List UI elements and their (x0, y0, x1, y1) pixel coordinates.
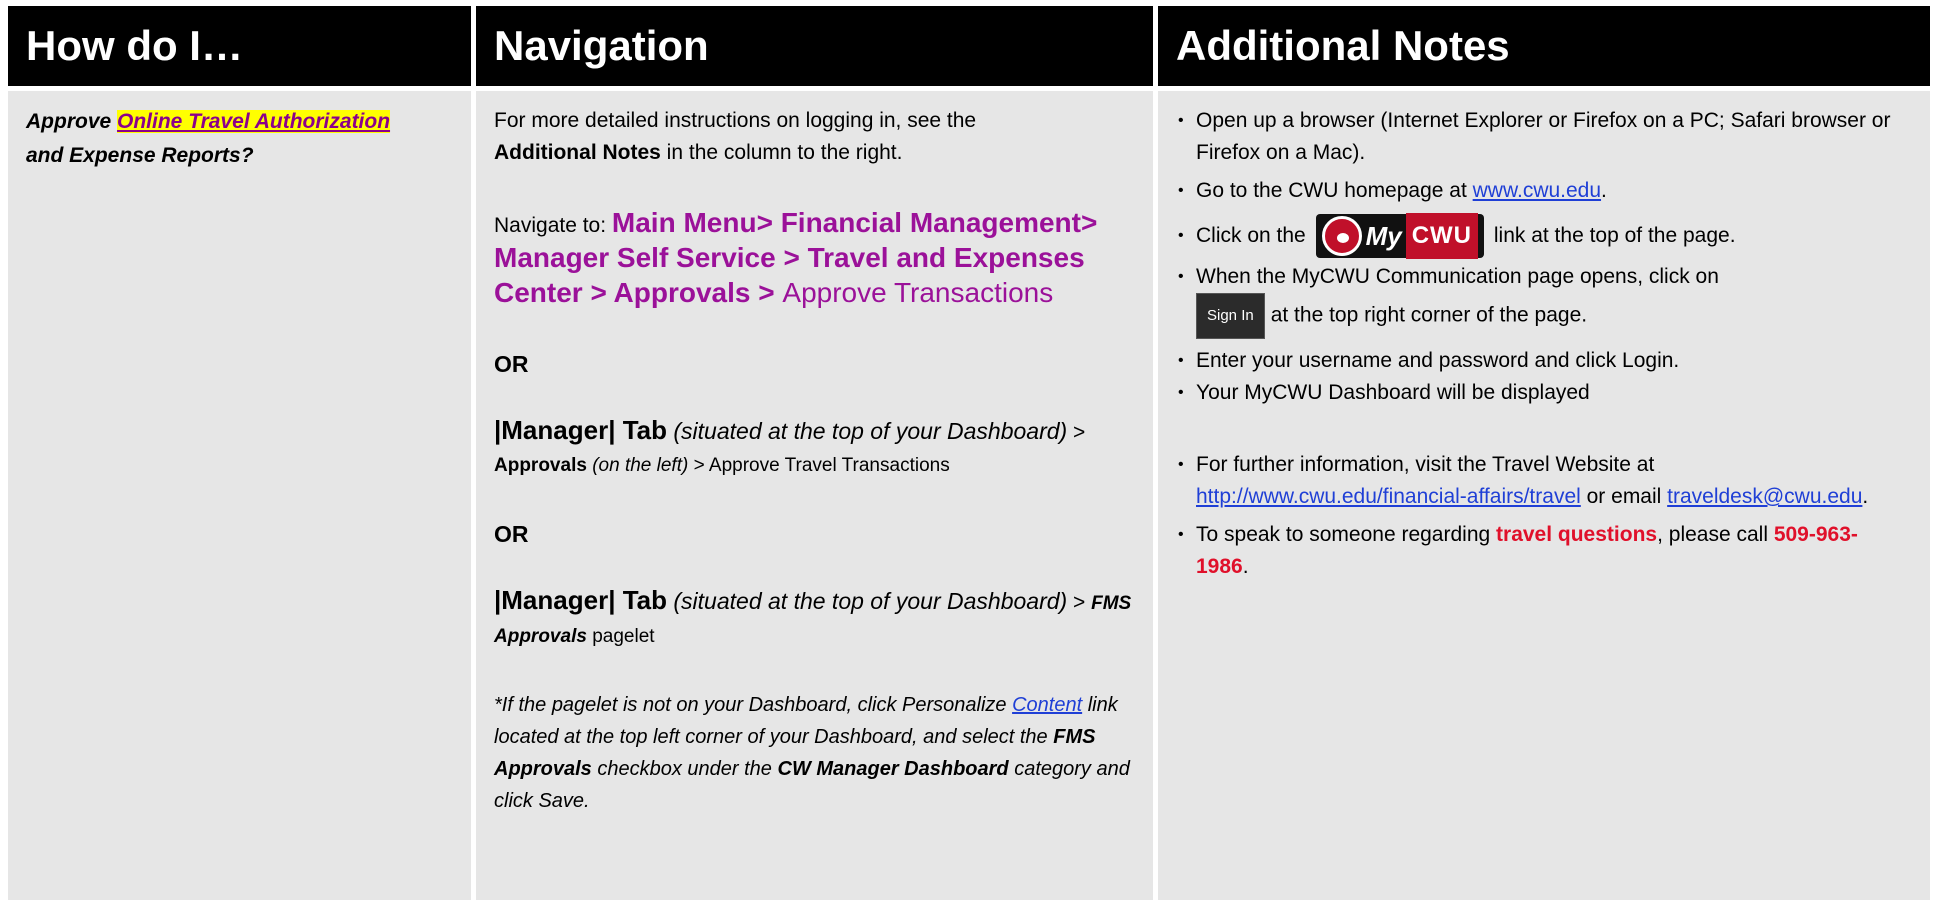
additional-notes-ref: Additional Notes (494, 141, 661, 164)
bullet-login: Enter your username and password and cli… (1178, 345, 1910, 377)
paw-icon (1321, 216, 1362, 257)
mycwu-logo: My CWU (1315, 213, 1485, 260)
header-how-do-i: How do I… (8, 6, 471, 86)
cwu-homepage-link[interactable]: www.cwu.edu (1473, 179, 1601, 202)
bullet-dashboard: Your MyCWU Dashboard will be displayed (1178, 377, 1910, 409)
pagelet-label: pagelet (586, 626, 655, 647)
or-2: OR (494, 521, 529, 547)
manager-tab-2-note: (situated at the top of your Dashboard) (667, 588, 1068, 614)
navigate-path: Navigate to: Main Menu> Financial Manage… (494, 207, 1133, 312)
b4-text: When the MyCWU Communication page opens,… (1196, 265, 1719, 288)
note-cw: CW Manager Dashboard (777, 758, 1009, 780)
personalize-note: *If the pagelet is not on your Dashboard… (494, 689, 1133, 817)
navigation-cell: For more detailed instructions on loggin… (471, 86, 1153, 900)
question-cell: Approve Online Travel Authorization and … (8, 86, 471, 900)
b2-end: . (1601, 179, 1607, 202)
bullet-mycwu-link: Click on the My CWU link at the top of t… (1178, 213, 1910, 260)
logo-cwu: CWU (1405, 213, 1479, 260)
content-link[interactable]: Content (1012, 694, 1082, 716)
on-left-note: (on the left) (586, 455, 689, 476)
sep-1: > (1067, 421, 1086, 444)
path-tail: Approve Transactions (782, 277, 1054, 308)
instruction-table: How do I… Navigation Additional Notes Ap… (8, 6, 1930, 900)
b7-mid: or email (1580, 485, 1668, 508)
manager-option-2: |Manager| Tab (situated at the top of yo… (494, 584, 1133, 653)
sep-2: > (1067, 591, 1092, 614)
question-highlight: Online Travel Authorization (117, 110, 391, 133)
header-navigation: Navigation (471, 6, 1153, 86)
intro-line-a: For more detailed instructions on loggin… (494, 109, 977, 132)
bullet-sign-in: When the MyCWU Communication page opens,… (1178, 261, 1910, 339)
b3-end: link at the top of the page. (1493, 224, 1736, 247)
intro-text: For more detailed instructions on loggin… (494, 105, 1133, 169)
b7-text: For further information, visit the Trave… (1196, 453, 1655, 476)
traveldesk-email-link[interactable]: traveldesk@cwu.edu (1667, 485, 1862, 508)
b3-text: Click on the (1196, 224, 1306, 247)
question-suffix: and Expense Reports? (26, 144, 254, 167)
b8-text: To speak to someone regarding (1196, 523, 1497, 546)
intro-line-b: in the column to the right. (660, 141, 903, 164)
b4-end: at the top right corner of the page. (1270, 303, 1588, 327)
navigate-label: Navigate to: (494, 214, 612, 237)
additional-notes-cell: Open up a browser (Internet Explorer or … (1153, 86, 1930, 900)
bullet-open-browser: Open up a browser (Internet Explorer or … (1178, 105, 1910, 169)
or-1: OR (494, 351, 529, 377)
note-c: checkbox under the (591, 758, 778, 780)
b2-text: Go to the CWU homepage at (1196, 179, 1473, 202)
question-prefix: Approve (26, 110, 118, 133)
bullet-homepage: Go to the CWU homepage at www.cwu.edu. (1178, 175, 1910, 207)
header-additional-notes: Additional Notes (1153, 6, 1930, 86)
note-a: *If the pagelet is not on your Dashboard… (494, 694, 1013, 716)
travel-questions-label: travel questions (1496, 523, 1658, 546)
logo-my: My (1365, 221, 1402, 252)
manager-tab-1-note: (situated at the top of your Dashboard) (667, 418, 1068, 444)
sign-in-button-image: Sign In (1196, 293, 1265, 339)
travel-website-link[interactable]: http://www.cwu.edu/financial-affairs/tra… (1196, 485, 1581, 508)
b8-mid: , please call (1657, 523, 1774, 546)
bullet-travel-website: For further information, visit the Trave… (1178, 449, 1910, 513)
manager-option-1: |Manager| Tab (situated at the top of yo… (494, 414, 1133, 482)
manager-tab-1: |Manager| Tab (494, 415, 667, 445)
b7-end: . (1862, 485, 1869, 508)
approve-travel-tail: > Approve Travel Transactions (688, 455, 950, 476)
manager-tab-2: |Manager| Tab (494, 585, 667, 615)
bullet-phone: To speak to someone regarding travel que… (1178, 519, 1910, 583)
b8-end: . (1242, 555, 1249, 578)
approvals-label: Approvals (494, 455, 587, 476)
